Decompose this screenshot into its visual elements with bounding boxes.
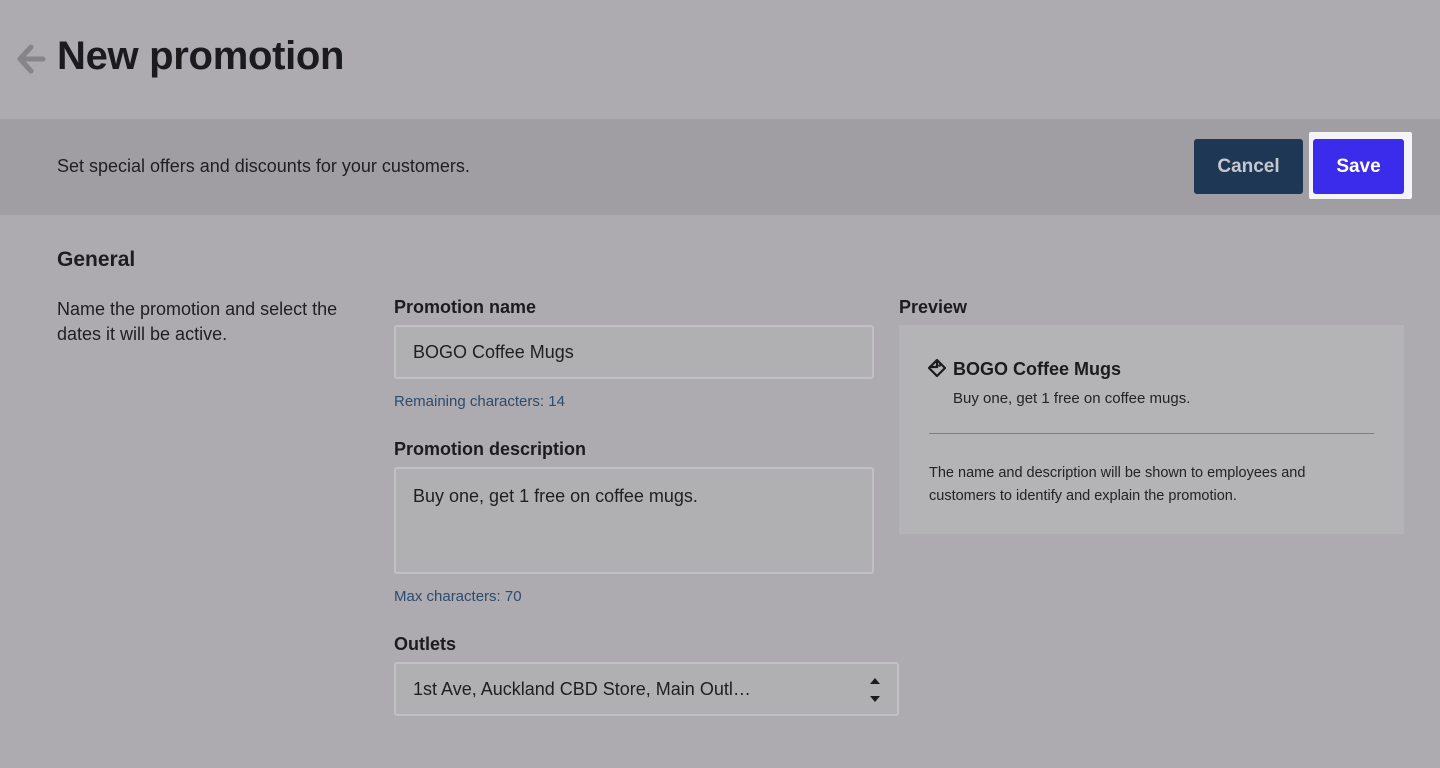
promotion-description-textarea[interactable]: Buy one, get 1 free on coffee mugs. [394, 467, 874, 574]
preview-divider [929, 433, 1374, 434]
outlets-select[interactable]: 1st Ave, Auckland CBD Store, Main Outl… [394, 662, 899, 716]
promotion-name-hint: Remaining characters: 14 [394, 393, 565, 410]
page-title: New promotion [57, 34, 345, 78]
toolbar-description: Set special offers and discounts for you… [57, 156, 470, 176]
save-button[interactable]: Save [1313, 139, 1404, 194]
promotion-name-label: Promotion name [394, 297, 537, 317]
promotion-description-hint: Max characters: 70 [394, 588, 522, 605]
action-toolbar: Set special offers and discounts for you… [0, 119, 1440, 215]
promotion-name-input[interactable] [394, 325, 874, 379]
section-description: Name the promotion and select the dates … [57, 299, 338, 344]
cancel-button[interactable]: Cancel [1194, 139, 1303, 194]
page-header: New promotion [0, 0, 1440, 119]
outlets-selected-value: 1st Ave, Auckland CBD Store, Main Outl… [413, 679, 751, 699]
new-promotion-page: New promotion Set special offers and dis… [0, 0, 1440, 768]
preview-card: BOGO Coffee Mugs Buy one, get 1 free on … [899, 325, 1404, 534]
preview-promotion-description: Buy one, get 1 free on coffee mugs. [953, 390, 1191, 407]
preview-promotion-name: BOGO Coffee Mugs [953, 359, 1122, 379]
arrow-left-icon[interactable] [16, 42, 46, 76]
tag-icon [928, 359, 946, 377]
section-title-general: General [57, 248, 136, 271]
preview-label: Preview [899, 297, 968, 317]
preview-note: The name and description will be shown t… [929, 465, 1306, 504]
promotion-description-label: Promotion description [394, 439, 587, 459]
updown-stepper-icon [870, 678, 880, 702]
outlets-label: Outlets [394, 634, 457, 654]
